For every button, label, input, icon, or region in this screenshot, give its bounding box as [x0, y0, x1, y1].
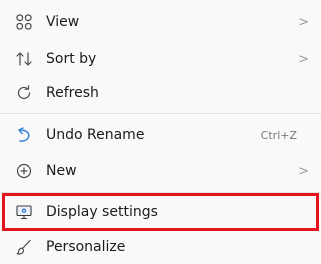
grid-icon [12, 10, 36, 34]
undo-icon [12, 123, 36, 147]
display-settings-icon [12, 200, 36, 224]
menu-item-label: Sort by [46, 51, 97, 67]
menu-item-personalize[interactable]: Personalize [0, 229, 321, 264]
plus-circle-icon [12, 159, 36, 183]
chevron-right-icon: > [298, 51, 309, 67]
sort-icon [12, 47, 36, 71]
brush-icon [12, 235, 36, 259]
shortcut-label: Ctrl+Z [260, 128, 297, 142]
menu-item-label: Refresh [46, 85, 99, 101]
menu-item-sort-by[interactable]: Sort by > [0, 41, 321, 77]
chevron-right-icon: > [298, 163, 309, 179]
chevron-right-icon: > [298, 14, 309, 30]
menu-item-undo-rename[interactable]: Undo Rename Ctrl+Z [0, 117, 321, 153]
menu-item-refresh[interactable]: Refresh [0, 75, 321, 111]
context-menu: View > Sort by > Refresh Undo Rename Ctr… [0, 0, 321, 264]
menu-item-label: Personalize [46, 239, 126, 255]
menu-item-label: Undo Rename [46, 127, 145, 143]
menu-item-view[interactable]: View > [0, 4, 321, 40]
menu-divider [0, 192, 321, 193]
menu-item-label: View [46, 14, 80, 30]
refresh-icon [12, 81, 36, 105]
menu-item-new[interactable]: New > [0, 153, 321, 189]
menu-item-label: Display settings [46, 204, 158, 220]
menu-item-display-settings[interactable]: Display settings [0, 194, 321, 230]
menu-item-label: New [46, 163, 77, 179]
menu-divider [0, 113, 321, 114]
